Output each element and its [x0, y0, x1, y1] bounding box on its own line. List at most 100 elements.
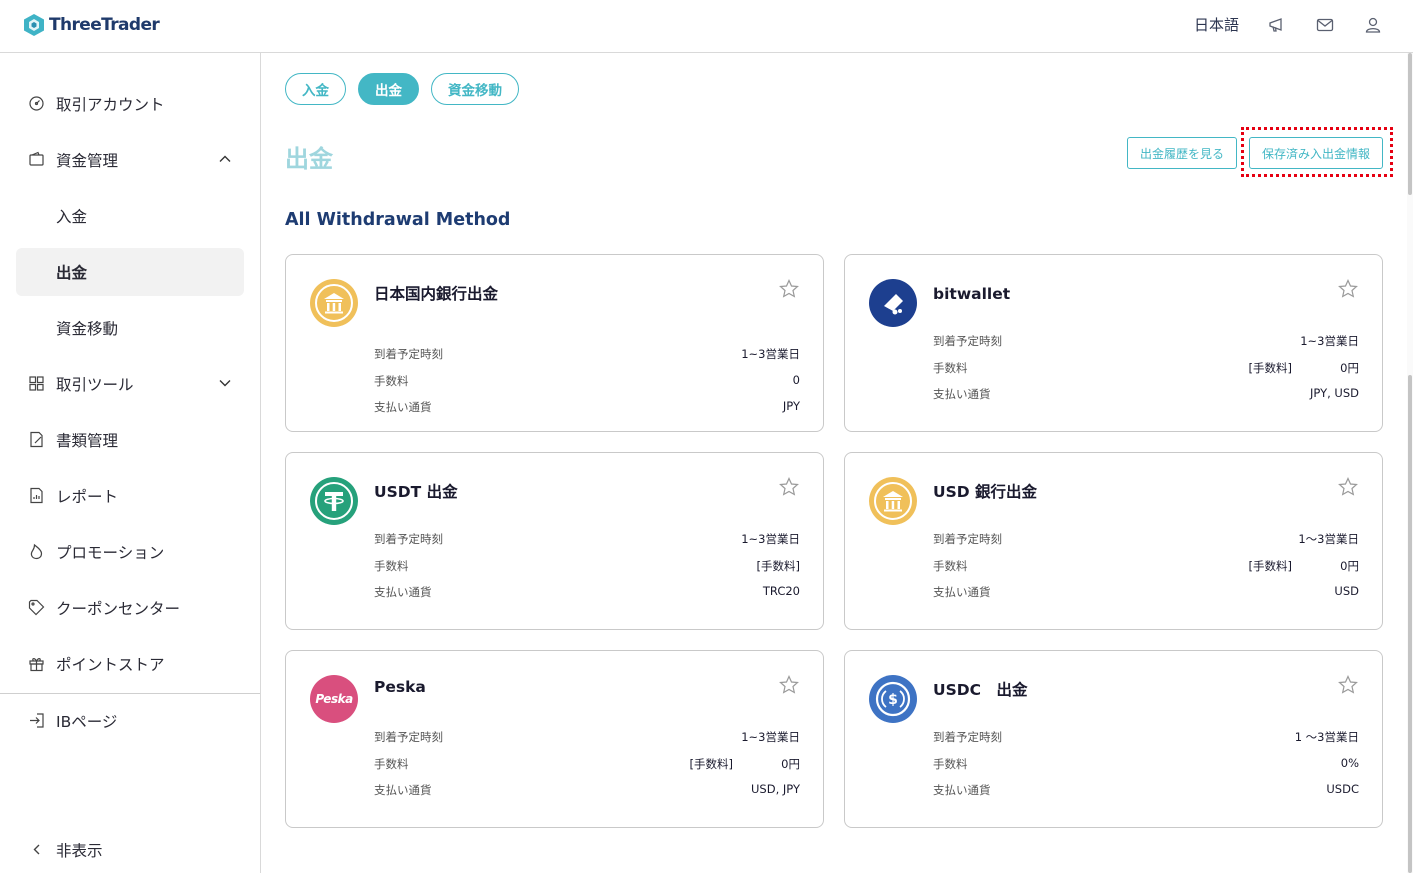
megaphone-icon[interactable] — [1267, 15, 1287, 35]
tab-deposit[interactable]: 入金 — [285, 73, 346, 105]
sidebar-item-label: レポート — [56, 488, 119, 506]
withdrawal-method-card[interactable]: USD 銀行出金 到着予定時刻 1〜3営業日 手数料 [手数料] 0円 支払い通… — [844, 452, 1383, 630]
sidebar-item-ib-page[interactable]: IBページ — [16, 697, 244, 745]
star-icon[interactable] — [779, 675, 799, 695]
star-icon[interactable] — [779, 477, 799, 497]
fee-tag: [手数料] — [1248, 559, 1292, 573]
fee-value: 0 — [792, 373, 800, 387]
svg-text:$: $ — [888, 692, 898, 708]
currency-row: 支払い通貨 TRC20 — [374, 584, 800, 600]
sidebar-item-label: IBページ — [56, 713, 118, 731]
withdrawal-history-button[interactable]: 出金履歴を見る — [1127, 137, 1237, 169]
currency-value: TRC20 — [762, 584, 800, 598]
gift-icon — [29, 658, 44, 672]
report-icon — [30, 487, 43, 504]
tether-icon — [310, 477, 358, 525]
chevron-down-icon — [219, 380, 231, 387]
card-title: bitwallet — [933, 285, 1011, 303]
currency-value: USD, JPY — [751, 782, 800, 796]
sidebar-item-coupon-center[interactable]: クーポンセンター — [16, 584, 244, 632]
arrival-row: 到着予定時刻 1 〜3営業日 — [933, 729, 1359, 745]
arrival-label: 到着予定時刻 — [374, 730, 443, 744]
arrival-row: 到着予定時刻 1~3営業日 — [374, 531, 800, 547]
flame-icon — [30, 543, 43, 560]
sidebar-item-fund-management[interactable]: 資金管理 — [16, 136, 244, 184]
card-title: USDT 出金 — [374, 483, 458, 501]
logo[interactable]: ThreeTrader — [23, 13, 160, 37]
user-icon[interactable] — [1363, 15, 1383, 35]
highlight-annotation — [1241, 127, 1393, 177]
document-icon — [30, 431, 43, 448]
sidebar-item-label: 書類管理 — [56, 432, 119, 450]
sidebar: 取引アカウント 資金管理 入金 出金 資金移動 取引ツール 書類管理 レポート … — [0, 53, 261, 873]
mail-icon[interactable] — [1315, 15, 1335, 35]
card-title: Peska — [374, 678, 426, 696]
star-icon[interactable] — [1338, 675, 1358, 695]
usdc-icon: $ — [869, 675, 917, 723]
login-icon — [30, 713, 44, 728]
sidebar-item-label: 取引アカウント — [56, 96, 165, 114]
coupon-icon — [28, 599, 45, 616]
sidebar-item-trading-account[interactable]: 取引アカウント — [16, 80, 244, 128]
arrival-row: 到着予定時刻 1~3営業日 — [374, 346, 800, 362]
arrival-value: 1~3営業日 — [741, 347, 800, 361]
fee-label: 手数料 — [374, 757, 409, 771]
sidebar-hide-button[interactable]: 非表示 — [16, 826, 244, 874]
fee-row: 手数料 [手数料] 0円 — [933, 558, 1359, 574]
arrival-value: 1~3営業日 — [741, 730, 800, 744]
fee-value: 0円 — [1340, 361, 1359, 375]
fee-label: 手数料 — [933, 559, 968, 573]
currency-value: JPY — [782, 399, 800, 413]
currency-row: 支払い通貨 USD, JPY — [374, 782, 800, 798]
language-selector[interactable]: 日本語 — [1194, 14, 1239, 35]
sidebar-item-report[interactable]: レポート — [16, 472, 244, 520]
currency-label: 支払い通貨 — [933, 585, 991, 599]
bitwallet-icon — [869, 279, 917, 327]
withdrawal-method-card[interactable]: bitwallet 到着予定時刻 1~3営業日 手数料 [手数料] 0円 支払い… — [844, 254, 1383, 432]
card-title: USD 銀行出金 — [933, 483, 1038, 501]
sidebar-item-label: 資金管理 — [56, 152, 119, 170]
sidebar-item-deposit[interactable]: 入金 — [16, 192, 244, 240]
top-header: ThreeTrader 日本語 — [0, 0, 1413, 53]
sidebar-item-documents[interactable]: 書類管理 — [16, 416, 244, 464]
chevron-left-icon — [33, 844, 40, 855]
sidebar-item-promotion[interactable]: プロモーション — [16, 528, 244, 576]
scrollbar-thumb[interactable] — [1408, 53, 1412, 195]
dashboard-icon — [29, 96, 44, 111]
fee-row: 手数料 [手数料] 0円 — [933, 360, 1359, 376]
logo-mark-icon — [24, 14, 44, 36]
sidebar-item-point-store[interactable]: ポイントストア — [16, 640, 244, 688]
arrival-label: 到着予定時刻 — [374, 347, 443, 361]
arrival-row: 到着予定時刻 1〜3営業日 — [933, 531, 1359, 547]
withdrawal-method-card[interactable]: USDT 出金 到着予定時刻 1~3営業日 手数料 [手数料] 支払い通貨 TR… — [285, 452, 824, 630]
arrival-row: 到着予定時刻 1~3営業日 — [933, 333, 1359, 349]
star-icon[interactable] — [1338, 279, 1358, 299]
star-icon[interactable] — [779, 279, 799, 299]
withdrawal-method-card[interactable]: Peska Peska 到着予定時刻 1~3営業日 手数料 [手数料] 0円 支… — [285, 650, 824, 828]
bank-icon — [310, 279, 358, 327]
sidebar-item-withdrawal[interactable]: 出金 — [16, 248, 244, 296]
sidebar-item-label: ポイントストア — [56, 656, 165, 674]
card-title: USDC 出金 — [933, 681, 1028, 699]
currency-row: 支払い通貨 JPY, USD — [933, 386, 1359, 402]
fee-label: 手数料 — [374, 559, 409, 573]
wallet-icon — [29, 151, 44, 166]
fee-label: 手数料 — [933, 361, 968, 375]
fee-label: 手数料 — [933, 757, 968, 771]
tab-withdrawal[interactable]: 出金 — [358, 73, 419, 105]
sidebar-item-trading-tools[interactable]: 取引ツール — [16, 360, 244, 408]
tab-transfer[interactable]: 資金移動 — [431, 73, 519, 105]
currency-row: 支払い通貨 USDC — [933, 782, 1359, 798]
withdrawal-method-card[interactable]: $ USDC 出金 到着予定時刻 1 〜3営業日 手数料 0% 支払い通貨 US… — [844, 650, 1383, 828]
sidebar-divider — [0, 693, 260, 694]
fee-row: 手数料 [手数料] — [374, 558, 800, 574]
bank-icon — [869, 477, 917, 525]
arrival-label: 到着予定時刻 — [374, 532, 443, 546]
sidebar-hide-label: 非表示 — [56, 842, 103, 860]
withdrawal-method-card[interactable]: 日本国内銀行出金 到着予定時刻 1~3営業日 手数料 0 支払い通貨 JPY — [285, 254, 824, 432]
fee-tag: [手数料] — [1248, 361, 1292, 375]
star-icon[interactable] — [1338, 477, 1358, 497]
sidebar-item-transfer[interactable]: 資金移動 — [16, 304, 244, 352]
scrollbar-thumb[interactable] — [1408, 375, 1412, 873]
currency-value: USD — [1334, 584, 1359, 598]
